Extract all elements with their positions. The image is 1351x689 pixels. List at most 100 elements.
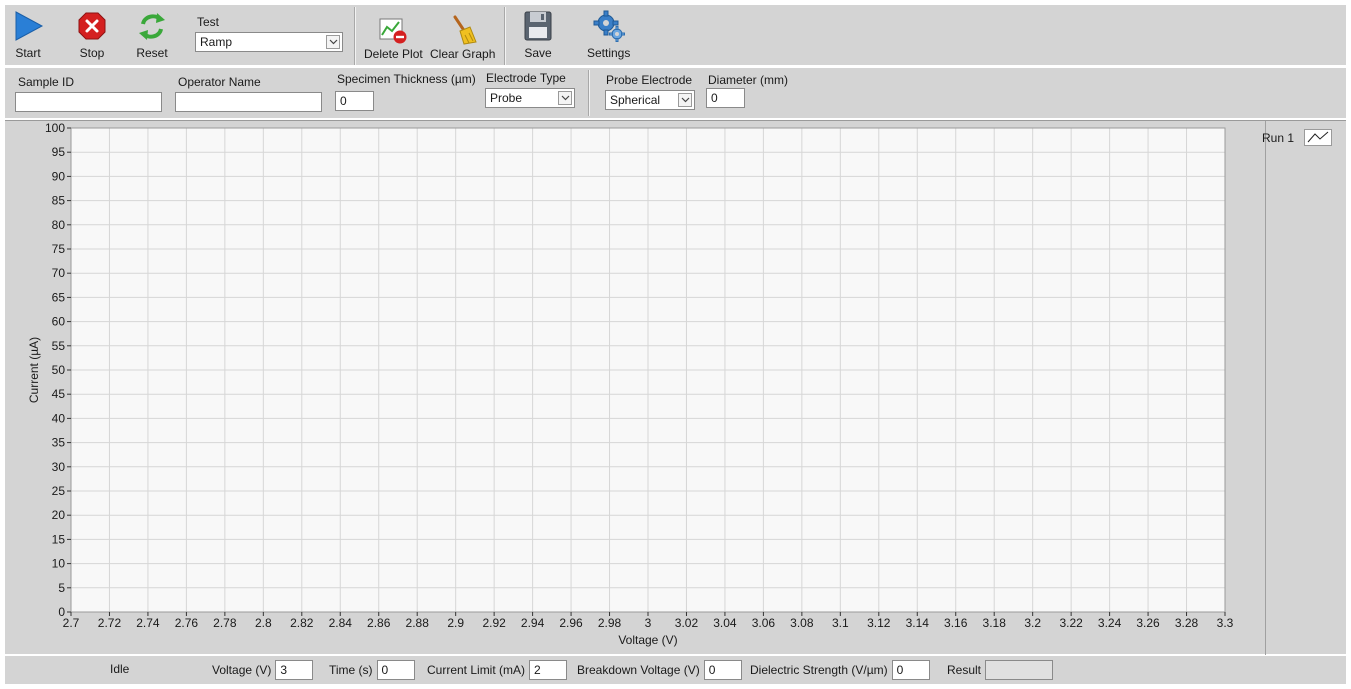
y-tick-label: 40 [52, 411, 66, 425]
start-label: Start [15, 46, 41, 60]
operator-name-group: Operator Name [175, 75, 322, 112]
current-voltage-chart[interactable]: 2.7 2.72 2.74 2.76 2.78 2.8 2.82 2.84 2.86 2.88 2.… [5, 121, 1260, 655]
play-icon [15, 11, 44, 41]
legend-label: Run 1 [1262, 130, 1295, 145]
test-select-value: Ramp [200, 35, 233, 49]
specimen-thickness-input[interactable]: 0 [335, 91, 374, 111]
x-tick-label: 2.98 [598, 616, 622, 630]
probe-electrode-group: Probe Electrode Spherical [605, 73, 695, 110]
x-tick-label: 2.92 [482, 616, 506, 630]
test-group: Test Ramp [195, 15, 343, 52]
electrode-type-group: Electrode Type Probe [485, 71, 575, 108]
stop-label: Stop [79, 46, 105, 60]
toolbar-separator [354, 7, 356, 65]
y-tick-label: 5 [58, 581, 65, 595]
y-tick-label: 35 [52, 436, 66, 450]
x-tick-label: 3.18 [983, 616, 1007, 630]
current-limit-group: Current Limit (mA) 2 [427, 660, 568, 680]
diameter-input[interactable]: 0 [706, 88, 745, 108]
dielectric-strength-group: Dielectric Strength (V/µm) 0 [750, 660, 930, 680]
x-tick-label: 3 [645, 616, 652, 630]
y-tick-label: 75 [52, 242, 66, 256]
clear-graph-label: Clear Graph [430, 47, 496, 61]
x-tick-label: 3.06 [752, 616, 776, 630]
electrode-type-label: Electrode Type [486, 71, 566, 85]
status-bar: Idle Voltage (V) 3 Time (s) 0 Current Li… [5, 656, 1346, 684]
legend-entry[interactable]: Run 1 [1262, 129, 1333, 146]
x-tick-label: 2.72 [98, 616, 122, 630]
x-tick-label: 3.12 [867, 616, 891, 630]
probe-electrode-select[interactable]: Spherical [605, 90, 695, 110]
voltage-label: Voltage (V) [212, 663, 272, 677]
breakdown-voltage-indicator: 0 [703, 660, 742, 680]
diameter-label: Diameter (mm) [708, 73, 788, 87]
electrode-type-value: Probe [490, 91, 523, 105]
test-label: Test [197, 15, 220, 29]
y-tick-label: 80 [52, 218, 66, 232]
voltage-group: Voltage (V) 3 [212, 660, 314, 680]
x-tick-label: 2.76 [175, 616, 199, 630]
x-tick-label: 3.24 [1098, 616, 1122, 630]
x-tick-label: 3.2 [1024, 616, 1041, 630]
test-select[interactable]: Ramp [195, 32, 343, 52]
y-tick-label: 25 [52, 484, 66, 498]
y-tick-label: 15 [52, 532, 66, 546]
electrode-type-select[interactable]: Probe [485, 88, 575, 108]
save-label: Save [524, 46, 552, 60]
y-tick-label: 50 [52, 363, 66, 377]
x-tick-label: 2.88 [406, 616, 430, 630]
y-tick-label: 10 [52, 557, 66, 571]
stop-button[interactable]: Stop [75, 9, 109, 60]
x-tick-label: 2.74 [136, 616, 160, 630]
breakdown-voltage-label: Breakdown Voltage (V) [577, 663, 700, 677]
reset-button[interactable]: Reset [135, 9, 169, 60]
y-tick-label: 55 [52, 339, 66, 353]
result-group: Result [947, 660, 1054, 680]
y-tick-label: 90 [52, 169, 66, 183]
x-tick-label: 2.7 [63, 616, 80, 630]
x-tick-label: 3.28 [1175, 616, 1199, 630]
y-tick-label: 20 [52, 508, 66, 522]
status-state: Idle [110, 662, 129, 676]
probe-electrode-value: Spherical [610, 93, 661, 107]
voltage-indicator: 3 [275, 660, 314, 680]
x-tick-label: 2.78 [213, 616, 237, 630]
diameter-group: Diameter (mm) 0 [706, 73, 788, 108]
x-tick-label: 2.8 [255, 616, 272, 630]
sample-id-group: Sample ID [15, 75, 162, 112]
x-axis-label: Voltage (V) [618, 633, 677, 647]
plot-line-icon [1304, 129, 1333, 146]
x-tick-label: 2.9 [447, 616, 464, 630]
stop-icon [78, 12, 106, 40]
sample-id-input[interactable] [15, 92, 162, 112]
refresh-icon [139, 13, 165, 40]
clear-graph-button[interactable]: Clear Graph [430, 13, 495, 61]
operator-name-input[interactable] [175, 92, 322, 112]
x-tick-label: 2.82 [290, 616, 314, 630]
chevron-down-icon [326, 35, 340, 49]
x-tick-label: 3.3 [1217, 616, 1234, 630]
delete-plot-label: Delete Plot [364, 47, 423, 61]
x-tick-label: 3.22 [1059, 616, 1083, 630]
delete-plot-icon [379, 18, 407, 44]
y-axis-label: Current (µA) [27, 337, 41, 403]
x-tick-label: 3.04 [713, 616, 737, 630]
settings-button[interactable]: Settings [587, 9, 630, 60]
parameters-bar: Sample ID Operator Name Specimen Thickne… [5, 68, 1346, 118]
y-tick-label: 60 [52, 315, 66, 329]
x-tick-label: 3.14 [906, 616, 930, 630]
breakdown-voltage-group: Breakdown Voltage (V) 0 [577, 660, 742, 680]
status-state-text: Idle [110, 662, 130, 676]
toolbar-separator [504, 7, 506, 65]
x-tick-label: 2.94 [521, 616, 545, 630]
specimen-thickness-group: Specimen Thickness (µm) 0 [335, 72, 476, 111]
x-tick-label: 3.16 [944, 616, 968, 630]
start-button[interactable]: Start [11, 9, 45, 60]
toolbar: Start Stop Reset Test Ramp Delete Plot C… [5, 5, 1346, 67]
delete-plot-button[interactable]: Delete Plot [364, 13, 423, 61]
dielectric-strength-indicator: 0 [891, 660, 930, 680]
save-button[interactable]: Save [521, 9, 555, 60]
chart-grid [70, 127, 1226, 613]
current-limit-label: Current Limit (mA) [427, 663, 526, 677]
y-tick-label: 30 [52, 460, 66, 474]
